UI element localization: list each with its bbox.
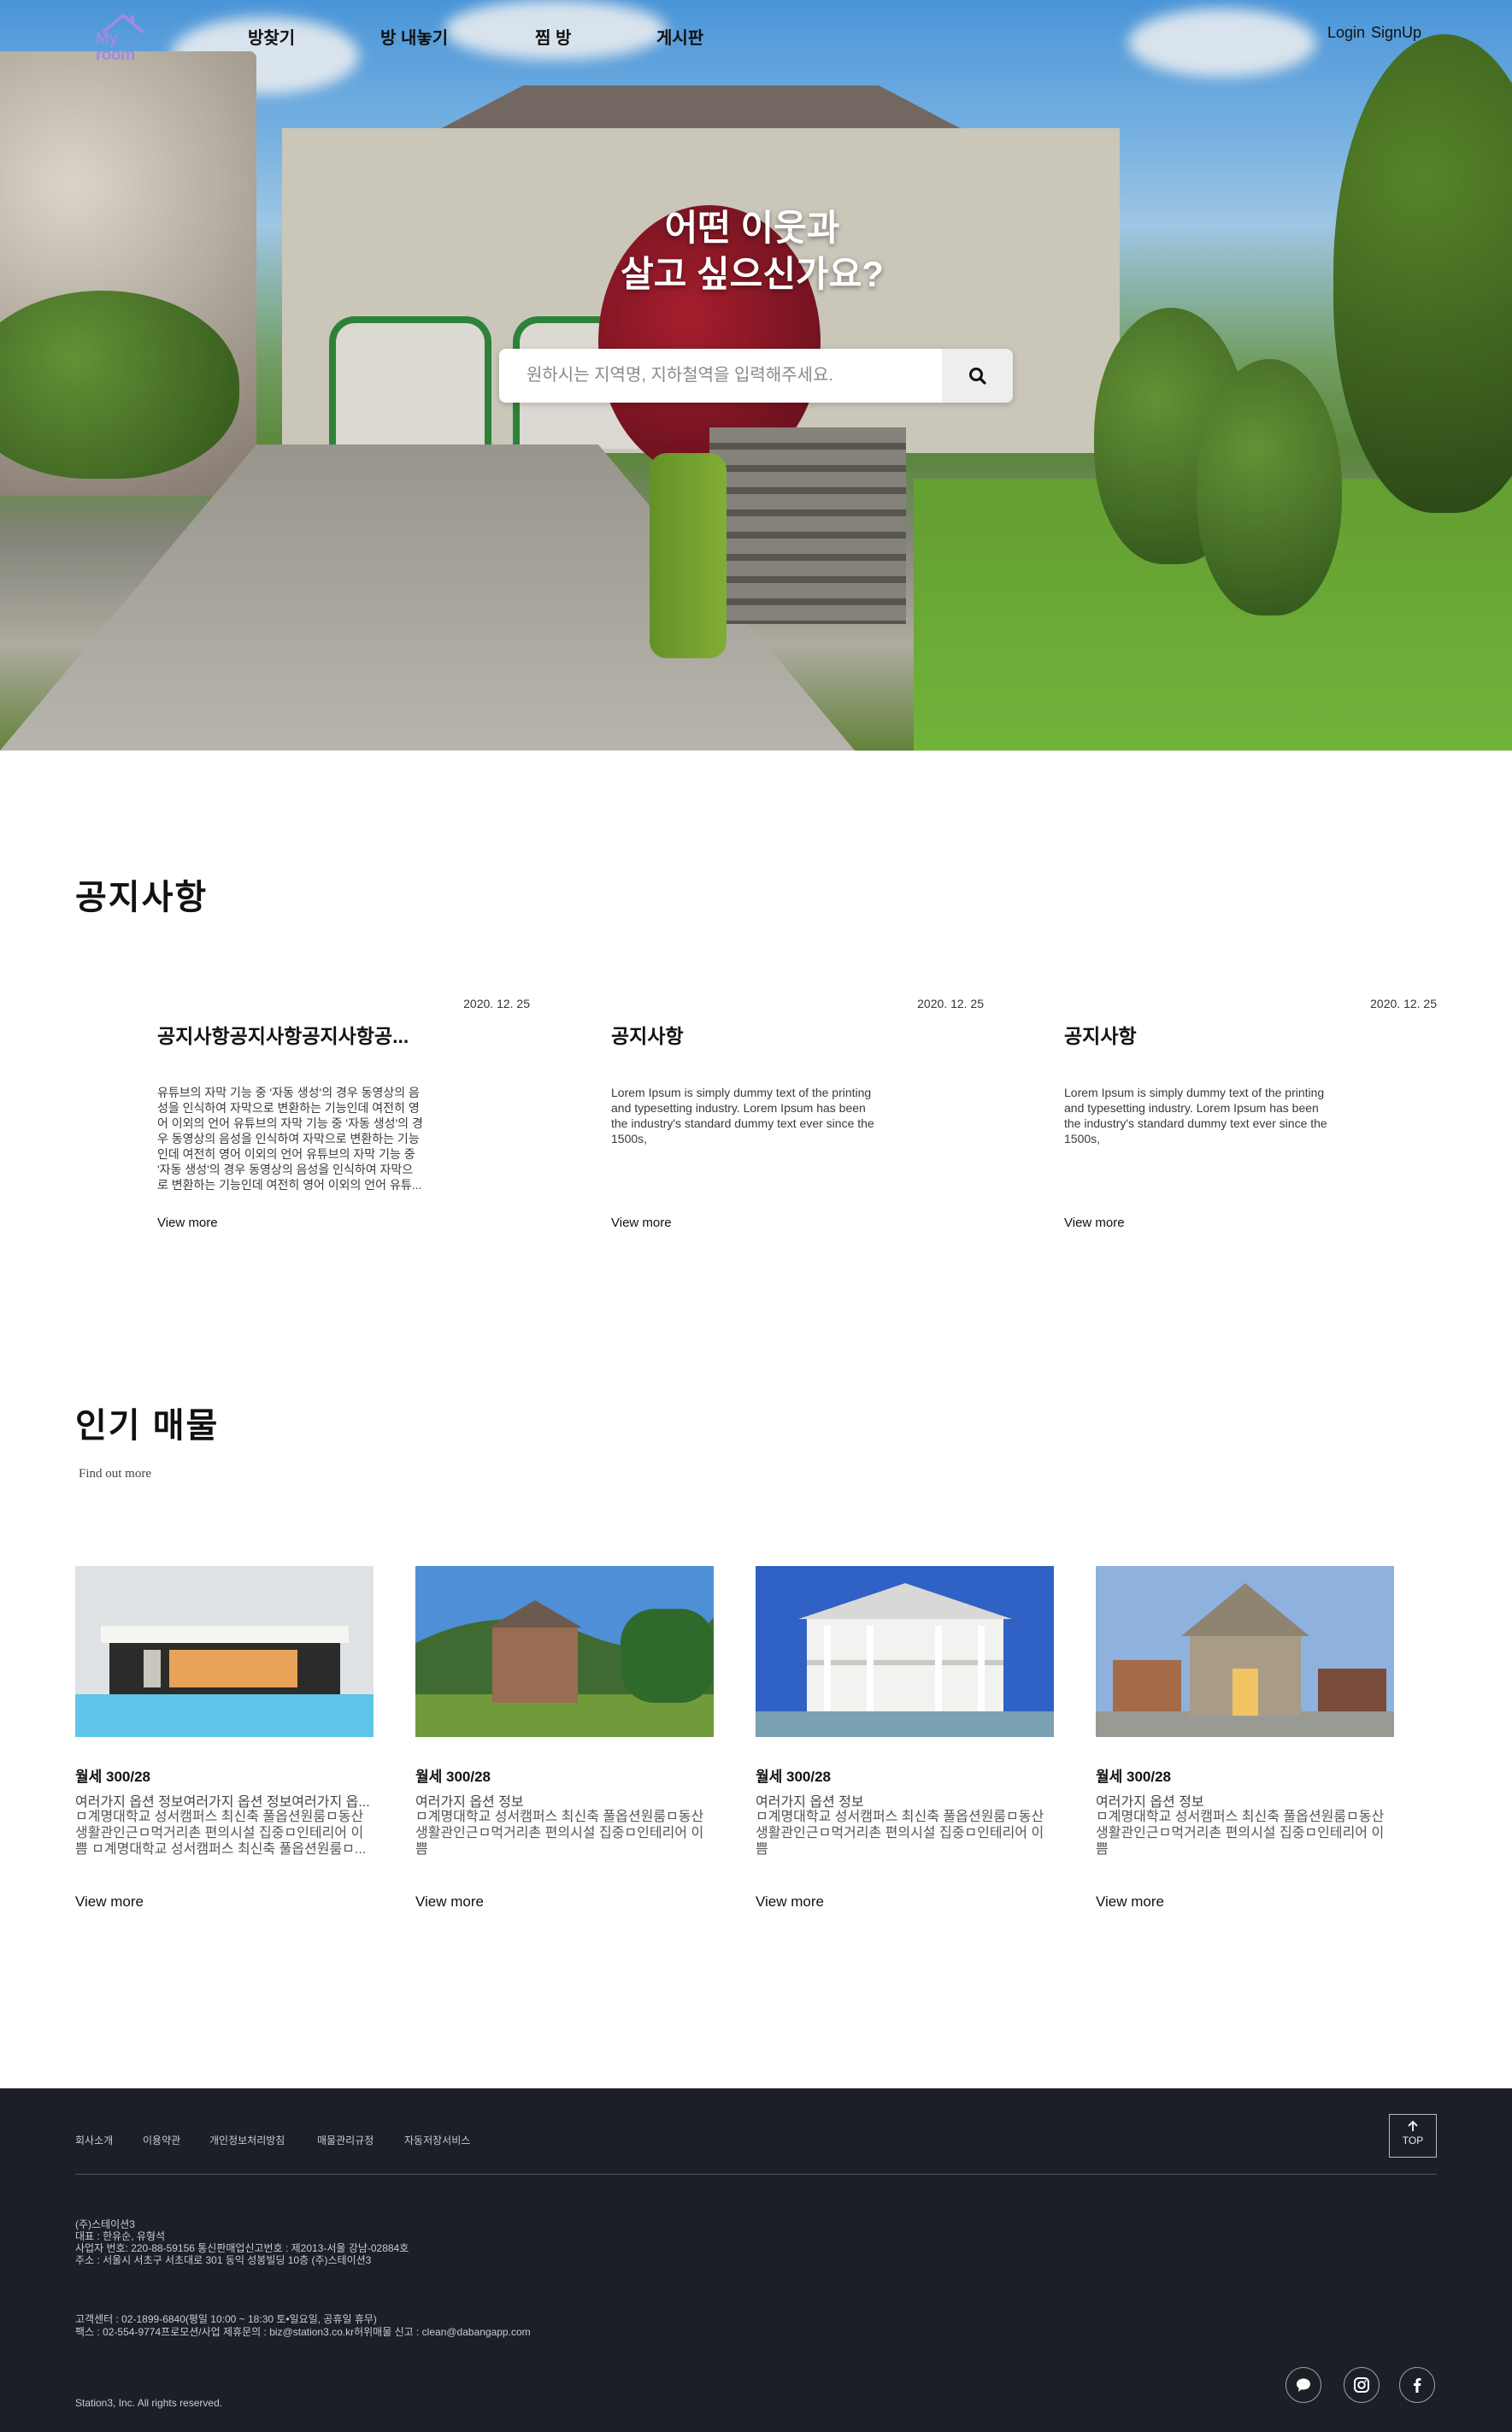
notice-card[interactable]: 2020. 12. 25 공지사항공지사항공지사항공... 유튜브의 자막 기능…: [157, 997, 530, 1236]
footer-link-about[interactable]: 회사소개: [75, 2133, 113, 2147]
listing-price: 월세 300/28: [756, 1769, 831, 1785]
copyright: Station3, Inc. All rights reserved.: [75, 2397, 223, 2409]
notice-card[interactable]: 2020. 12. 25 공지사항 Lorem Ipsum is simply …: [1064, 997, 1437, 1236]
facebook-button[interactable]: [1399, 2367, 1435, 2403]
find-out-more-link[interactable]: Find out more: [79, 1467, 151, 1481]
footer-link-autosave[interactable]: 자동저장서비스: [404, 2133, 470, 2147]
view-more-link[interactable]: View more: [1064, 1216, 1125, 1230]
notice-title[interactable]: 공지사항: [611, 1020, 878, 1049]
listing-description: ㅁ계명대학교 성서캠퍼스 최신축 풀옵션원룸ㅁ동산생활관인근ㅁ먹거리촌 편의시설…: [75, 1810, 367, 1857]
hero-title-line2: 살고 싶으신가요?: [621, 254, 884, 294]
listing-price: 월세 300/28: [415, 1769, 491, 1785]
instagram-button[interactable]: [1344, 2367, 1380, 2403]
nav-board[interactable]: 게시판: [656, 24, 703, 49]
logo[interactable]: My room: [91, 12, 154, 63]
logo-text: My room: [96, 30, 135, 64]
listing-image[interactable]: [1096, 1566, 1394, 1737]
view-more-link[interactable]: View more: [75, 1893, 144, 1911]
notice-date: 2020. 12. 25: [463, 997, 530, 1010]
footer-link-listing-policy[interactable]: 매물관리규정: [317, 2133, 374, 2147]
listing-description: ㅁ계명대학교 성서캠퍼스 최신축 풀옵션원룸ㅁ동산생활관인근ㅁ먹거리촌 편의시설…: [1096, 1810, 1385, 1857]
notice-date: 2020. 12. 25: [1370, 997, 1437, 1010]
listing-image[interactable]: [415, 1566, 714, 1737]
login-link[interactable]: Login: [1327, 24, 1365, 42]
contact-info: 고객센터 : 02-1899-6840(평일 10:00 ~ 18:30 토•일…: [75, 2313, 531, 2339]
arrow-up-icon: [1408, 2120, 1418, 2131]
listing-card[interactable]: 월세 300/28 여러가지 옵션 정보 ㅁ계명대학교 성서캠퍼스 최신축 풀옵…: [415, 1566, 714, 1925]
footer-link-privacy[interactable]: 개인정보처리방침: [209, 2133, 285, 2147]
company-name: (주)스테이션3: [75, 2218, 135, 2230]
listing-card[interactable]: 월세 300/28 여러가지 옵션 정보 ㅁ계명대학교 성서캠퍼스 최신축 풀옵…: [756, 1566, 1054, 1925]
notice-date: 2020. 12. 25: [917, 997, 984, 1010]
customer-center: 고객센터 : 02-1899-6840(평일 10:00 ~ 18:30 토•일…: [75, 2313, 377, 2325]
facebook-icon: [1414, 2378, 1421, 2393]
chat-button[interactable]: [1285, 2367, 1321, 2403]
view-more-link[interactable]: View more: [756, 1893, 824, 1911]
listing-options: 여러가지 옵션 정보: [1096, 1795, 1204, 1810]
footer: 회사소개 이용약관 개인정보처리방침 매물관리규정 자동저장서비스 TOP (주…: [0, 2088, 1512, 2432]
notice-title[interactable]: 공지사항: [1064, 1020, 1331, 1049]
top-navigation: My room 방찾기 방 내놓기 찜 방 게시판 Login SignUp: [0, 0, 1512, 68]
nav-list-room[interactable]: 방 내놓기: [380, 24, 448, 49]
chat-icon: [1297, 2378, 1310, 2392]
scroll-top-button[interactable]: TOP: [1389, 2114, 1437, 2158]
notice-body: 유튜브의 자막 기능 중 '자동 생성'의 경우 동영상의 음성을 인식하여 자…: [157, 1086, 423, 1192]
listing-price: 월세 300/28: [75, 1769, 150, 1785]
fax-contacts: 팩스 : 02-554-9774프로모션/사업 제휴문의 : biz@stati…: [75, 2326, 531, 2338]
listing-image[interactable]: [756, 1566, 1054, 1737]
listing-card[interactable]: 월세 300/28 여러가지 옵션 정보 ㅁ계명대학교 성서캠퍼스 최신축 풀옵…: [1096, 1566, 1394, 1925]
listing-description: ㅁ계명대학교 성서캠퍼스 최신축 풀옵션원룸ㅁ동산생활관인근ㅁ먹거리촌 편의시설…: [415, 1810, 704, 1857]
view-more-link[interactable]: View more: [611, 1216, 672, 1230]
popular-section-title: 인기 매물: [75, 1407, 220, 1445]
company-info: (주)스테이션3 대표 : 한유순, 유형석 사업자 번호: 220-88-59…: [75, 2218, 409, 2266]
company-biz-no: 사업자 번호: 220-88-59156 통신판매업신고번호 : 제2013-서…: [75, 2242, 409, 2254]
scroll-top-label: TOP: [1402, 2135, 1424, 2146]
listing-options: 여러가지 옵션 정보: [415, 1795, 524, 1810]
signup-link[interactable]: SignUp: [1371, 24, 1421, 42]
hero-title: 어떤 이웃과 살고 싶으신가요?: [547, 205, 957, 297]
notice-body: Lorem Ipsum is simply dummy text of the …: [1064, 1086, 1327, 1145]
footer-link-terms[interactable]: 이용약관: [143, 2133, 180, 2147]
notice-title[interactable]: 공지사항공지사항공지사항공...: [157, 1020, 424, 1049]
company-ceo: 대표 : 한유순, 유형석: [75, 2230, 165, 2242]
instagram-icon: [1354, 2377, 1369, 2393]
listing-description: ㅁ계명대학교 성서캠퍼스 최신축 풀옵션원룸ㅁ동산생활관인근ㅁ먹거리촌 편의시설…: [756, 1810, 1044, 1857]
search-bar: [499, 349, 1013, 403]
view-more-link[interactable]: View more: [415, 1893, 484, 1911]
listing-price: 월세 300/28: [1096, 1769, 1171, 1785]
nav-favorites[interactable]: 찜 방: [535, 24, 571, 49]
search-input[interactable]: [499, 349, 942, 403]
company-address: 주소 : 서울시 서초구 서초대로 301 동익 성봉빌딩 10층 (주)스테이…: [75, 2254, 372, 2266]
view-more-link[interactable]: View more: [157, 1216, 218, 1230]
notice-body: Lorem Ipsum is simply dummy text of the …: [611, 1086, 874, 1145]
search-icon: [968, 367, 986, 385]
notice-section-title: 공지사항: [75, 879, 209, 916]
listing-card[interactable]: 월세 300/28 여러가지 옵션 정보여러가지 옵션 정보여러가지 옵... …: [75, 1566, 374, 1925]
view-more-link[interactable]: View more: [1096, 1893, 1164, 1911]
listing-options: 여러가지 옵션 정보: [756, 1795, 864, 1810]
hero-title-line1: 어떤 이웃과: [664, 208, 840, 248]
listing-image[interactable]: [75, 1566, 374, 1737]
search-button[interactable]: [942, 349, 1013, 403]
notice-card[interactable]: 2020. 12. 25 공지사항 Lorem Ipsum is simply …: [611, 997, 984, 1236]
footer-divider: [75, 2174, 1437, 2175]
listing-options: 여러가지 옵션 정보여러가지 옵션 정보여러가지 옵...: [75, 1795, 370, 1810]
nav-find-room[interactable]: 방찾기: [248, 24, 295, 49]
